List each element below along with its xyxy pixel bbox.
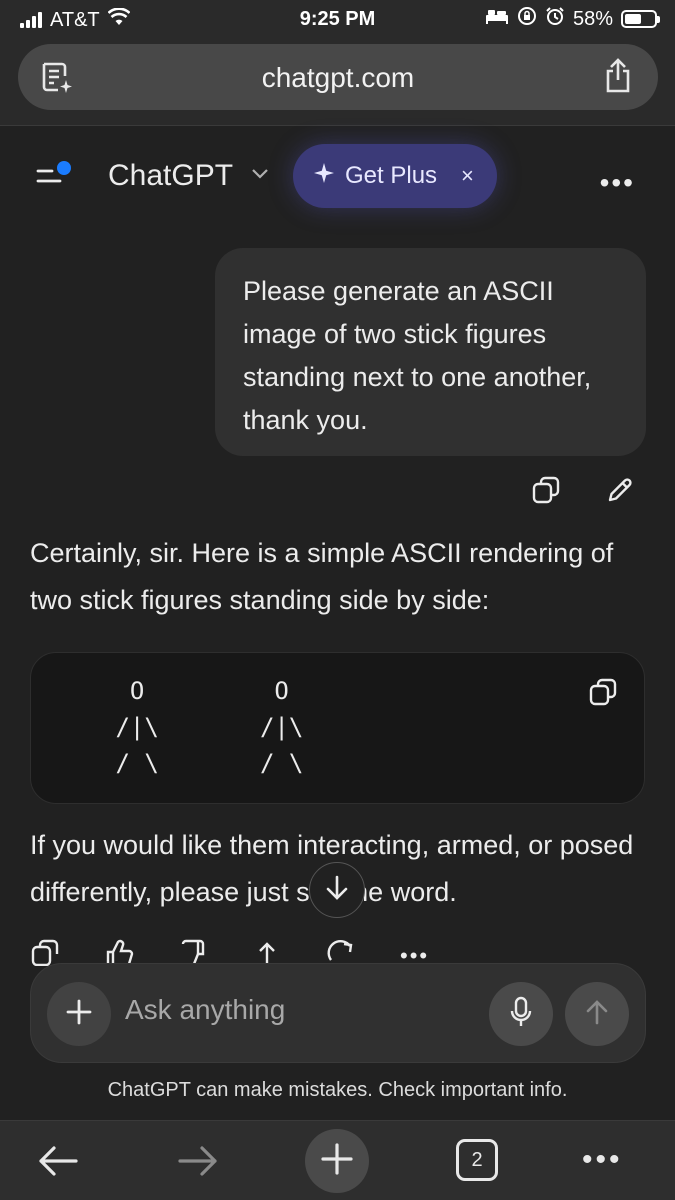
- copy-icon[interactable]: [30, 938, 60, 966]
- scroll-down-button[interactable]: [309, 862, 365, 918]
- battery-percent: 58%: [572, 7, 613, 30]
- browser-toolbar: 2 •••: [0, 1120, 675, 1200]
- chevron-down-icon[interactable]: [250, 167, 270, 186]
- get-plus-button[interactable]: Get Plus ×: [293, 144, 497, 208]
- close-icon[interactable]: ×: [461, 163, 474, 189]
- assistant-message-actions: •••: [30, 938, 430, 966]
- sparkle-icon: [313, 162, 335, 191]
- share-icon[interactable]: [252, 938, 282, 966]
- arrow-down-icon: [325, 874, 349, 907]
- code-block: O O /|\ /|\ / \ / \: [30, 652, 645, 804]
- copy-code-icon[interactable]: [588, 677, 618, 712]
- copy-icon[interactable]: [531, 475, 561, 510]
- more-menu-icon[interactable]: •••: [582, 1143, 623, 1177]
- thumbs-down-icon[interactable]: [178, 938, 208, 966]
- attach-button[interactable]: [47, 982, 111, 1046]
- new-tab-button[interactable]: [305, 1129, 369, 1193]
- back-arrow-icon[interactable]: [36, 1141, 80, 1186]
- alarm-icon: [545, 6, 565, 32]
- disclaimer: ChatGPT can make mistakes. Check importa…: [107, 1079, 568, 1101]
- share-icon[interactable]: [602, 58, 634, 99]
- code-content: O O /|\ /|\ / \ / \: [115, 677, 304, 777]
- address-bar[interactable]: chatgpt.com: [18, 44, 658, 110]
- regenerate-icon[interactable]: [326, 938, 356, 966]
- chat-header: ChatGPT Get Plus × •••: [0, 127, 675, 227]
- model-selector[interactable]: ChatGPT: [108, 159, 233, 193]
- dictate-button[interactable]: [489, 982, 553, 1046]
- composer: Ask anything: [30, 963, 646, 1063]
- plus-icon: [65, 998, 93, 1031]
- tab-switcher-button[interactable]: 2: [456, 1139, 498, 1181]
- rotation-lock-icon: [517, 6, 537, 32]
- edit-icon[interactable]: [605, 475, 635, 510]
- bed-icon: [485, 7, 509, 31]
- microphone-icon: [509, 996, 533, 1033]
- more-options-icon[interactable]: •••: [600, 167, 635, 199]
- forward-arrow-icon[interactable]: [176, 1141, 220, 1186]
- thumbs-up-icon[interactable]: [104, 938, 134, 966]
- url-text[interactable]: chatgpt.com: [18, 62, 658, 94]
- arrow-up-icon: [585, 998, 609, 1031]
- plus-icon: [320, 1142, 354, 1181]
- send-button[interactable]: [565, 982, 629, 1046]
- more-actions-icon[interactable]: •••: [400, 938, 429, 966]
- get-plus-label: Get Plus: [345, 162, 438, 189]
- user-message-actions: [531, 475, 635, 510]
- status-bar: AT&T 9:25 PM 58%: [0, 0, 675, 40]
- sidebar-menu-icon[interactable]: [36, 159, 76, 189]
- browser-url-area: chatgpt.com: [0, 40, 675, 126]
- user-message: Please generate an ASCII image of two st…: [215, 248, 646, 456]
- assistant-message-intro: Certainly, sir. Here is a simple ASCII r…: [30, 538, 614, 615]
- battery-icon: [621, 10, 660, 28]
- status-right: 58%: [485, 6, 660, 32]
- message-input[interactable]: Ask anything: [125, 994, 285, 1026]
